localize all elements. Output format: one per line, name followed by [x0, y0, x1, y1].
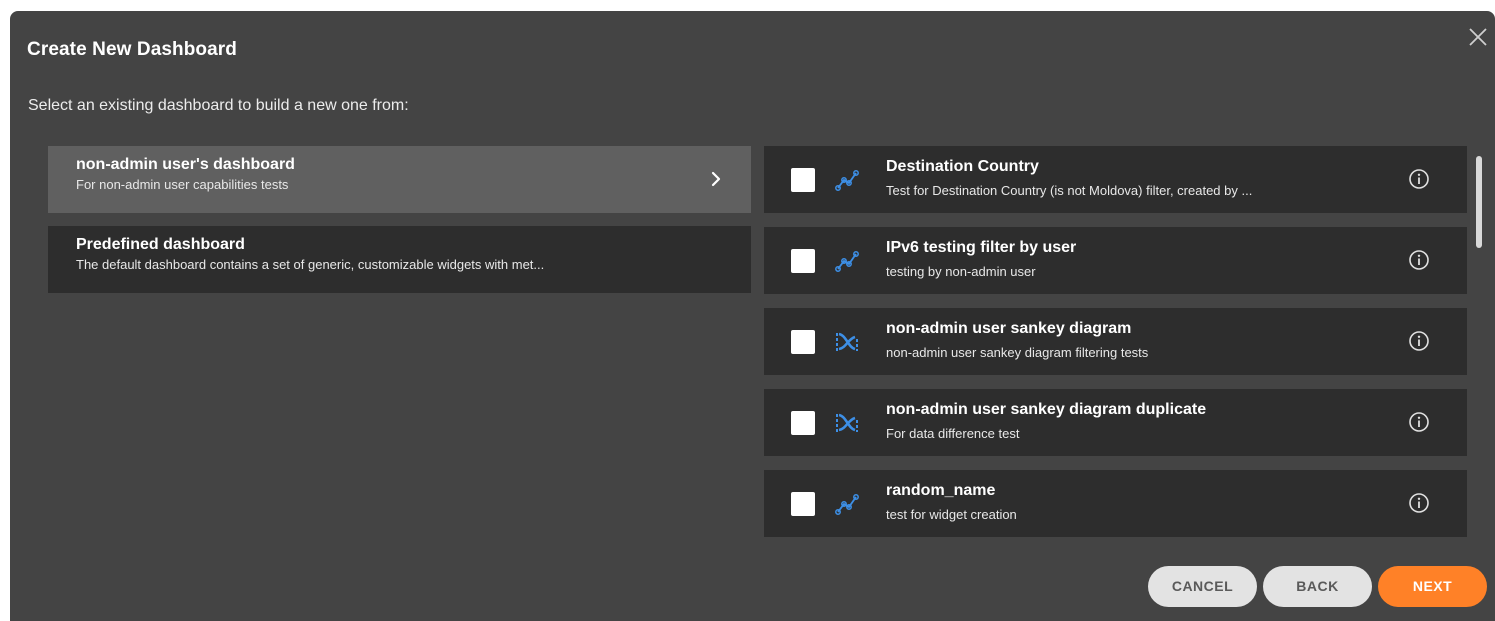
- widget-checkbox[interactable]: [791, 249, 815, 273]
- widget-item: non-admin user sankey diagram non-admin …: [764, 308, 1467, 375]
- widget-item: random_name test for widget creation: [764, 470, 1467, 537]
- chevron-right-icon: [711, 171, 721, 187]
- widget-checkbox[interactable]: [791, 411, 815, 435]
- dashboard-name: non-admin user's dashboard: [76, 156, 295, 173]
- back-button[interactable]: BACK: [1263, 566, 1372, 607]
- cancel-button[interactable]: CANCEL: [1148, 566, 1257, 607]
- create-dashboard-dialog: Create New Dashboard Select an existing …: [10, 11, 1495, 621]
- dashboard-name: Predefined dashboard: [76, 236, 245, 253]
- widget-description: For data difference test: [886, 426, 1020, 441]
- sankey-icon: [836, 413, 858, 432]
- dashboard-description: The default dashboard contains a set of …: [76, 257, 545, 272]
- info-icon[interactable]: [1408, 249, 1430, 271]
- widget-name: non-admin user sankey diagram duplicate: [886, 401, 1207, 418]
- info-icon[interactable]: [1408, 330, 1430, 352]
- widget-description: Test for Destination Country (is not Mol…: [886, 183, 1253, 198]
- dashboard-item-non-admin[interactable]: non-admin user's dashboard For non-admin…: [48, 146, 751, 213]
- info-icon[interactable]: [1408, 492, 1430, 514]
- sankey-icon: [836, 332, 858, 351]
- widget-checkbox[interactable]: [791, 492, 815, 516]
- info-icon[interactable]: [1408, 411, 1430, 433]
- widget-item: Destination Country Test for Destination…: [764, 146, 1467, 213]
- dashboard-item-predefined[interactable]: Predefined dashboard The default dashboa…: [48, 226, 751, 293]
- widget-name: IPv6 testing filter by user: [886, 239, 1077, 256]
- widget-item: non-admin user sankey diagram duplicate …: [764, 389, 1467, 456]
- widget-item: IPv6 testing filter by user testing by n…: [764, 227, 1467, 294]
- widget-description: non-admin user sankey diagram filtering …: [886, 345, 1149, 360]
- widget-checkbox[interactable]: [791, 168, 815, 192]
- line-chart-icon: [835, 494, 859, 515]
- next-button[interactable]: NEXT: [1378, 566, 1487, 607]
- widget-description: testing by non-admin user: [886, 264, 1036, 279]
- info-icon[interactable]: [1408, 168, 1430, 190]
- dashboard-list: non-admin user's dashboard For non-admin…: [48, 146, 751, 306]
- widget-name: Destination Country: [886, 158, 1039, 175]
- widget-name: random_name: [886, 482, 996, 499]
- widget-description: test for widget creation: [886, 507, 1017, 522]
- widget-list-scrollbar: [1476, 146, 1482, 550]
- line-chart-icon: [835, 251, 859, 272]
- widget-checkbox[interactable]: [791, 330, 815, 354]
- close-icon[interactable]: [1466, 25, 1490, 49]
- widget-list: Destination Country Test for Destination…: [764, 146, 1467, 551]
- line-chart-icon: [835, 170, 859, 191]
- dialog-title: Create New Dashboard: [27, 39, 238, 60]
- widget-name: non-admin user sankey diagram: [886, 320, 1132, 337]
- scrollbar-thumb[interactable]: [1476, 156, 1482, 248]
- dialog-subtitle: Select an existing dashboard to build a …: [28, 97, 409, 114]
- dashboard-description: For non-admin user capabilities tests: [76, 177, 289, 192]
